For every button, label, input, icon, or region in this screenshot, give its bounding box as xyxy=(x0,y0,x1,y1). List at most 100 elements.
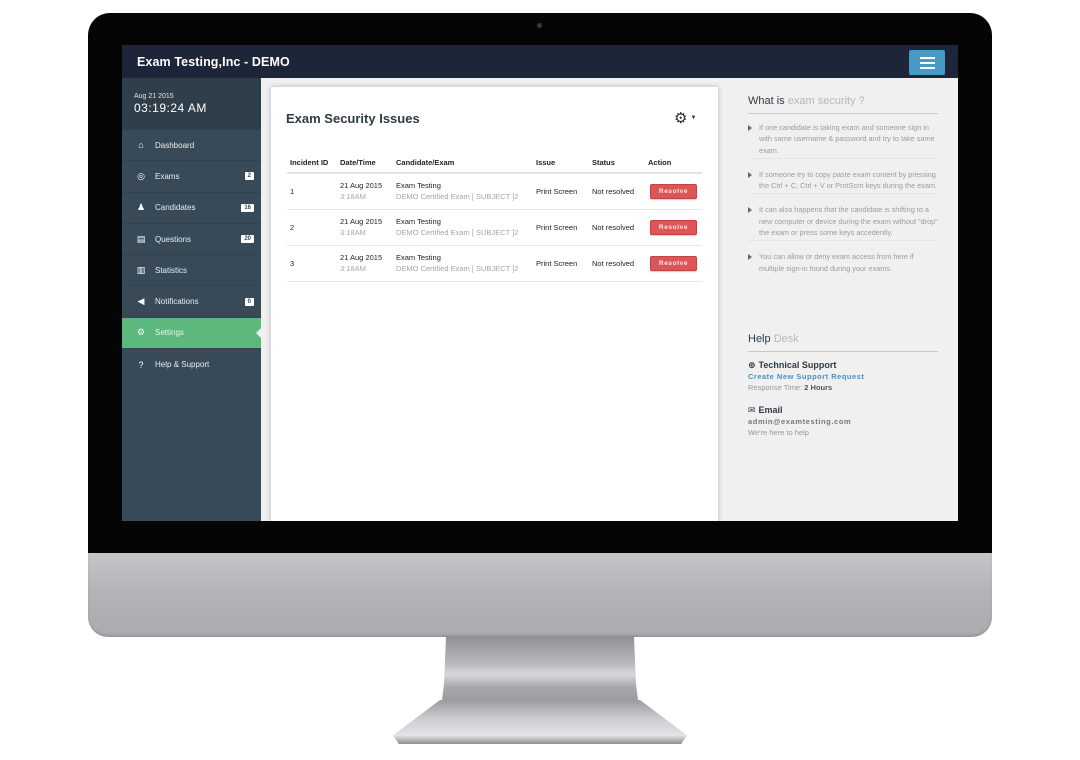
exam-name: DEMO Certified Exam [ SUBJECT ]2 xyxy=(396,192,519,202)
candidate-exam-cell: Exam Testing DEMO Certified Exam [ SUBJEC… xyxy=(393,173,533,210)
candidate-name: Exam Testing xyxy=(396,253,441,262)
support-email-address[interactable]: admin@examtesting.com xyxy=(748,416,938,427)
issue-cell: Print Screen xyxy=(533,209,589,246)
technical-support-label: Technical Support xyxy=(758,360,837,370)
issue-cell: Print Screen xyxy=(533,173,589,210)
camera-icon xyxy=(537,23,542,28)
create-support-request-link[interactable]: Create New Support Request xyxy=(748,371,938,382)
count-badge: 0 xyxy=(244,297,254,306)
lifebuoy-icon: ⊕ xyxy=(748,360,756,370)
sidebar-item-label: Candidates xyxy=(155,203,196,213)
sidebar-item-label: Notifications xyxy=(155,297,199,307)
column-header-date-time[interactable]: Date/Time xyxy=(337,153,393,174)
issue-cell: Print Screen xyxy=(533,245,589,282)
incident-date: 21 Aug 2015 xyxy=(340,253,383,262)
email-block: ✉ Email admin@examtesting.com We're here… xyxy=(748,405,938,438)
top-navbar: Exam Testing,Inc - DEMO xyxy=(122,45,958,78)
chevron-down-icon: ▼ xyxy=(690,115,697,121)
action-cell: Resolve xyxy=(645,173,702,210)
app-title: Exam Testing,Inc - DEMO xyxy=(137,55,290,69)
sidebar-item-label: Statistics xyxy=(155,265,188,275)
status-badge: Not resolved xyxy=(589,173,645,210)
response-time: Response Time: 2 Hours xyxy=(748,382,938,393)
incident-date: 21 Aug 2015 xyxy=(340,217,383,226)
incident-id: 3 xyxy=(287,245,337,282)
security-issues-card: Exam Security Issues ⚙ ▼ Incident ID Dat… xyxy=(271,87,718,521)
menu-toggle-button[interactable] xyxy=(909,50,945,75)
column-header-action[interactable]: Action xyxy=(645,153,702,174)
sidebar-item-exams[interactable]: ◎ Exams 2 xyxy=(122,161,261,193)
exam-name: DEMO Certified Exam [ SUBJECT ]2 xyxy=(396,228,519,237)
column-header-issue[interactable]: Issue xyxy=(533,153,589,174)
email-note: We're here to help xyxy=(748,428,809,437)
gear-icon: ⚙ xyxy=(674,110,688,127)
resolve-button[interactable]: Resolve xyxy=(649,219,698,235)
sidebar-item-label: Questions xyxy=(155,234,192,244)
table-row: 3 21 Aug 2015 3:18AM Exam Testing DEMO Cer… xyxy=(287,245,702,282)
sidebar: Aug 21 2015 03:19:24 AM ⌂ Dashboard ◎ Ex… xyxy=(122,78,261,521)
incident-id: 2 xyxy=(287,209,337,246)
incident-id: 1 xyxy=(287,173,337,210)
resolve-button[interactable]: Resolve xyxy=(649,183,698,199)
table-header-row: Incident ID Date/Time Candidate/Exam Iss… xyxy=(287,153,702,174)
technical-support-block: ⊕ Technical Support Create New Support R… xyxy=(748,360,938,393)
app-screen: Exam Testing,Inc - DEMO Aug 21 2015 03:1… xyxy=(122,45,958,521)
candidate-exam-cell: Exam Testing DEMO Certified Exam [ SUBJEC… xyxy=(393,209,533,246)
info-heading-strong: What is xyxy=(748,95,785,107)
count-badge: 2 xyxy=(244,172,254,181)
table-row: 1 21 Aug 2015 3:18AM Exam Testing DEMO Cer… xyxy=(287,173,702,210)
sidebar-item-statistics[interactable]: ▥ Statistics xyxy=(122,255,261,287)
info-heading: What is exam security ? xyxy=(748,95,938,114)
incident-time: 3:18AM xyxy=(340,228,366,237)
home-icon: ⌂ xyxy=(138,140,144,151)
date-time-cell: 21 Aug 2015 3:18AM xyxy=(337,173,393,210)
hamburger-menu-icon xyxy=(919,61,935,64)
exam-name: DEMO Certified Exam [ SUBJECT ]2 xyxy=(396,264,519,273)
candidate-exam-cell: Exam Testing DEMO Certified Exam [ SUBJEC… xyxy=(393,245,533,282)
sidebar-item-settings[interactable]: ⚙ Settings xyxy=(122,317,261,350)
sidebar-item-notifications[interactable]: ◀ Notifications 0 xyxy=(122,286,261,318)
helpdesk-heading: Help Desk xyxy=(748,333,938,352)
info-heading-light: exam security ? xyxy=(787,95,865,107)
helpdesk-heading-light: Desk xyxy=(773,333,799,345)
action-cell: Resolve xyxy=(645,245,702,282)
sidebar-item-help-support[interactable]: ? Help & Support xyxy=(122,349,261,380)
gear-icon: ⚙ xyxy=(136,327,146,338)
settings-dropdown-button[interactable]: ⚙ ▼ xyxy=(674,109,696,127)
column-header-status[interactable]: Status xyxy=(589,153,645,174)
sidebar-item-questions[interactable]: ▤ Questions 20 xyxy=(122,224,261,256)
sidebar-item-candidates[interactable]: ♟ Candidates 16 xyxy=(122,193,261,224)
incident-time: 3:18AM xyxy=(340,192,366,202)
clock-time: 03:19:24 AM xyxy=(134,101,207,115)
info-bullet: If one candidate is taking exam and some… xyxy=(748,122,938,159)
date-time-cell: 21 Aug 2015 3:18AM xyxy=(337,209,393,246)
sidebar-item-label: Settings xyxy=(155,328,184,338)
hamburger-menu-icon xyxy=(919,56,935,59)
document-icon: ▤ xyxy=(136,233,146,244)
clock-date: Aug 21 2015 xyxy=(134,93,174,100)
issues-table: Incident ID Date/Time Candidate/Exam Iss… xyxy=(287,153,702,282)
sidebar-item-label: Exams xyxy=(155,171,180,181)
clock-widget: Aug 21 2015 03:19:24 AM xyxy=(122,78,261,130)
security-info-panel: What is exam security ? If one candidate… xyxy=(748,95,938,286)
candidate-name: Exam Testing xyxy=(396,181,441,191)
info-bullet: It can also happens that the candidate i… xyxy=(748,204,938,242)
target-icon: ◎ xyxy=(137,170,145,181)
monitor-stand-base xyxy=(393,700,687,744)
info-bullet: If someone try to copy paste exam conten… xyxy=(748,169,938,195)
question-icon: ? xyxy=(138,359,144,370)
candidate-name: Exam Testing xyxy=(396,217,441,226)
sidebar-item-dashboard[interactable]: ⌂ Dashboard xyxy=(122,130,261,162)
incident-time: 3:18AM xyxy=(340,264,366,273)
count-badge: 20 xyxy=(241,235,254,244)
count-badge: 16 xyxy=(241,203,254,212)
info-bullet: You can allow or deny exam access from h… xyxy=(748,251,938,276)
incident-date: 21 Aug 2015 xyxy=(340,181,383,191)
column-header-candidate-exam[interactable]: Candidate/Exam xyxy=(393,153,533,174)
response-time-label: Response Time: xyxy=(748,383,803,392)
resolve-button[interactable]: Resolve xyxy=(649,255,698,271)
helpdesk-heading-strong: Help xyxy=(748,333,771,345)
megaphone-icon: ◀ xyxy=(137,296,145,307)
column-header-incident-id[interactable]: Incident ID xyxy=(287,153,337,174)
help-desk-panel: Help Desk ⊕ Technical Support Create New… xyxy=(748,333,938,450)
